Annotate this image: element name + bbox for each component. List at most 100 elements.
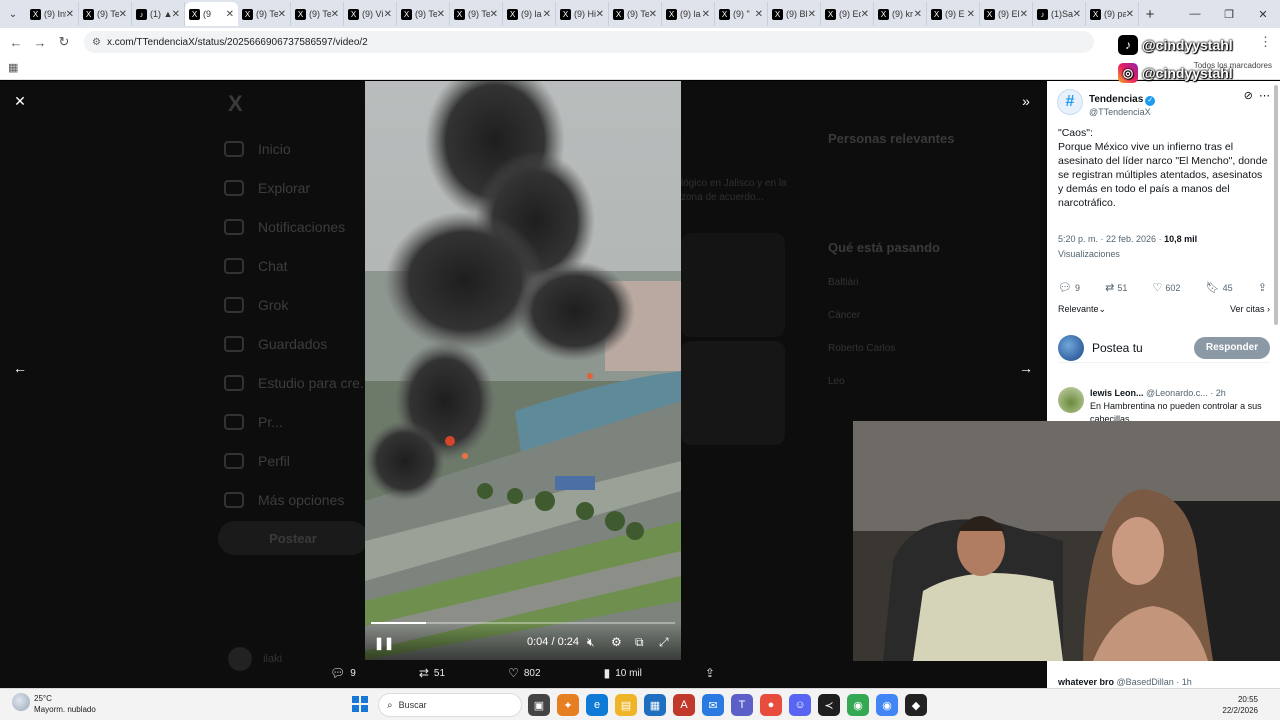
- edge-icon[interactable]: e: [586, 694, 608, 716]
- new-tab-button[interactable]: +: [1139, 6, 1161, 23]
- tab-close-icon[interactable]: ✕: [755, 9, 763, 20]
- minimize-button[interactable]: —: [1178, 8, 1212, 21]
- avatar[interactable]: [1058, 387, 1084, 413]
- browser-tab[interactable]: X (9) Bl ✕: [768, 2, 821, 26]
- store-icon[interactable]: ▦: [644, 694, 666, 716]
- fullscreen-icon[interactable]: ⤢: [659, 635, 669, 650]
- obs-icon[interactable]: ●: [760, 694, 782, 716]
- tab-close-icon[interactable]: ✕: [226, 9, 234, 20]
- author-name[interactable]: Tendencias: [1089, 94, 1143, 105]
- view-quotes-link[interactable]: Ver citas ›: [1230, 304, 1270, 314]
- start-button-icon[interactable]: [352, 696, 368, 712]
- pip-icon[interactable]: ⧉: [635, 635, 644, 650]
- browser-tab[interactable]: X (9) pa ✕: [1086, 2, 1139, 26]
- browser-tab[interactable]: X (9) Vi ✕: [344, 2, 397, 26]
- teams-icon[interactable]: T: [731, 694, 753, 716]
- repost-stat[interactable]: ⇄ 51: [1105, 281, 1127, 294]
- browser-tab[interactable]: ♪ (1)Sa ✕: [1033, 2, 1086, 26]
- tab-close-icon[interactable]: ✕: [702, 9, 710, 20]
- chrome-profile-icon[interactable]: ◉: [876, 694, 898, 716]
- tab-close-icon[interactable]: ✕: [914, 9, 922, 20]
- reply-author-name[interactable]: whatever bro: [1058, 677, 1114, 687]
- reply-action[interactable]: 💬︎ 9: [330, 663, 356, 683]
- browser-tab[interactable]: X (9) Te ✕: [291, 2, 344, 26]
- browser-tab[interactable]: X (9) Te ✕: [238, 2, 291, 26]
- sort-dropdown[interactable]: Relevante: [1058, 304, 1099, 314]
- video-player[interactable]: ❚❚ 0:04 / 0:24 🔇︎ ⚙ ⧉ ⤢: [365, 81, 681, 660]
- expand-panel-icon[interactable]: »: [1013, 88, 1039, 114]
- settings-icon[interactable]: ⚙: [611, 635, 622, 649]
- vscode-icon[interactable]: ≺: [818, 694, 840, 716]
- next-media-icon[interactable]: →: [1013, 355, 1039, 381]
- hashtag-avatar-icon[interactable]: #: [1057, 89, 1083, 115]
- browser-tab[interactable]: X (9) Inf ✕: [26, 2, 79, 26]
- browser-tab[interactable]: X (9) Te ✕: [609, 2, 662, 26]
- task-view-icon[interactable]: ▣: [528, 694, 550, 716]
- tab-close-icon[interactable]: ✕: [543, 9, 551, 20]
- apps-grid-icon[interactable]: ▦: [8, 61, 18, 74]
- copilot-icon[interactable]: ✦: [557, 694, 579, 716]
- browser-tab[interactable]: X (9) E ✕: [927, 2, 980, 26]
- tab-close-icon[interactable]: ✕: [437, 9, 445, 20]
- panel-scrollbar[interactable]: [1274, 85, 1278, 325]
- tweet-author[interactable]: # Tendencias ✓ @TTendenciaX: [1057, 89, 1156, 117]
- close-icon[interactable]: ✕: [7, 88, 33, 114]
- author-handle[interactable]: @TTendenciaX: [1089, 107, 1155, 117]
- browser-tab[interactable]: X (9) la ✕: [503, 2, 556, 26]
- url-field[interactable]: ⚙ x.com/TTendenciaX/status/2025666906737…: [84, 31, 1094, 53]
- adobe-icon[interactable]: A: [673, 694, 695, 716]
- tweet-timestamp[interactable]: 5:20 p. m. · 22 feb. 2026 ·: [1058, 234, 1162, 244]
- tab-close-icon[interactable]: ✕: [1020, 9, 1028, 20]
- browser-tab[interactable]: X (9) El ✕: [980, 2, 1033, 26]
- reply-input[interactable]: Postea tu: [1092, 341, 1143, 355]
- more-options-icon[interactable]: ⋯: [1259, 90, 1270, 102]
- mail-icon[interactable]: ✉: [702, 694, 724, 716]
- tab-close-icon[interactable]: ✕: [490, 9, 498, 20]
- app-icon[interactable]: ◆: [905, 694, 927, 716]
- tab-close-icon[interactable]: ✕: [278, 9, 286, 20]
- like-stat[interactable]: ♡ 602: [1153, 281, 1181, 294]
- browser-tab[interactable]: X (9) " ✕: [715, 2, 768, 26]
- reload-button[interactable]: ↻: [52, 34, 76, 50]
- close-window-button[interactable]: ✕: [1246, 8, 1280, 21]
- views-action[interactable]: ▮ 10 mil: [604, 663, 642, 683]
- tab-close-icon[interactable]: ✕: [861, 9, 869, 20]
- tab-close-icon[interactable]: ✕: [596, 9, 604, 20]
- browser-tab[interactable]: X (9) Te ✕: [397, 2, 450, 26]
- bookmark-stat[interactable]: 🔖︎ 45: [1206, 281, 1233, 294]
- discord-icon[interactable]: ☺: [789, 694, 811, 716]
- weather-widget[interactable]: 25°C Mayorm. nublado: [12, 693, 96, 715]
- reply-button[interactable]: Responder: [1194, 336, 1270, 359]
- tab-close-icon[interactable]: ✕: [331, 9, 339, 20]
- site-info-icon[interactable]: ⚙: [92, 37, 101, 48]
- browser-tab[interactable]: X (9) la ✕: [662, 2, 715, 26]
- share-stat[interactable]: ⇪: [1258, 281, 1270, 294]
- tab-close-icon[interactable]: ✕: [967, 9, 975, 20]
- back-button[interactable]: ←: [4, 35, 28, 50]
- like-action[interactable]: ♡ 802: [508, 663, 540, 683]
- taskbar-search[interactable]: ⌕ Buscar: [378, 693, 522, 717]
- maximize-button[interactable]: ❐: [1212, 8, 1246, 21]
- tab-close-icon[interactable]: ✕: [808, 9, 816, 20]
- browser-tab[interactable]: X (9 ✕: [185, 2, 238, 26]
- tab-close-icon[interactable]: ✕: [384, 9, 392, 20]
- mute-icon[interactable]: 🔇︎: [587, 635, 595, 650]
- previous-media-icon[interactable]: ←: [7, 355, 33, 381]
- tab-close-icon[interactable]: ✕: [172, 9, 180, 20]
- tab-close-icon[interactable]: ✕: [649, 9, 657, 20]
- tab-search-icon[interactable]: ⌄: [0, 0, 26, 28]
- tab-close-icon[interactable]: ✕: [66, 9, 74, 20]
- reply-author-name[interactable]: lewis Leon...: [1090, 388, 1144, 398]
- tab-close-icon[interactable]: ✕: [1073, 9, 1081, 20]
- file-explorer-icon[interactable]: ▤: [615, 694, 637, 716]
- tab-close-icon[interactable]: ✕: [1126, 9, 1134, 20]
- browser-menu-icon[interactable]: ⋮: [1259, 34, 1272, 50]
- tab-close-icon[interactable]: ✕: [119, 9, 127, 20]
- browser-tab[interactable]: X (9) Te ✕: [79, 2, 132, 26]
- system-clock[interactable]: 20:55 22/2/2026: [1222, 694, 1258, 716]
- repost-action[interactable]: ⇄ 51: [419, 663, 445, 683]
- reply-item[interactable]: whatever bro @BasedDillan · 1h: [1058, 677, 1270, 687]
- pause-icon[interactable]: ❚❚: [374, 636, 394, 650]
- browser-tab[interactable]: X(9) Ed✕: [821, 2, 874, 26]
- chrome-icon[interactable]: ◉: [847, 694, 869, 716]
